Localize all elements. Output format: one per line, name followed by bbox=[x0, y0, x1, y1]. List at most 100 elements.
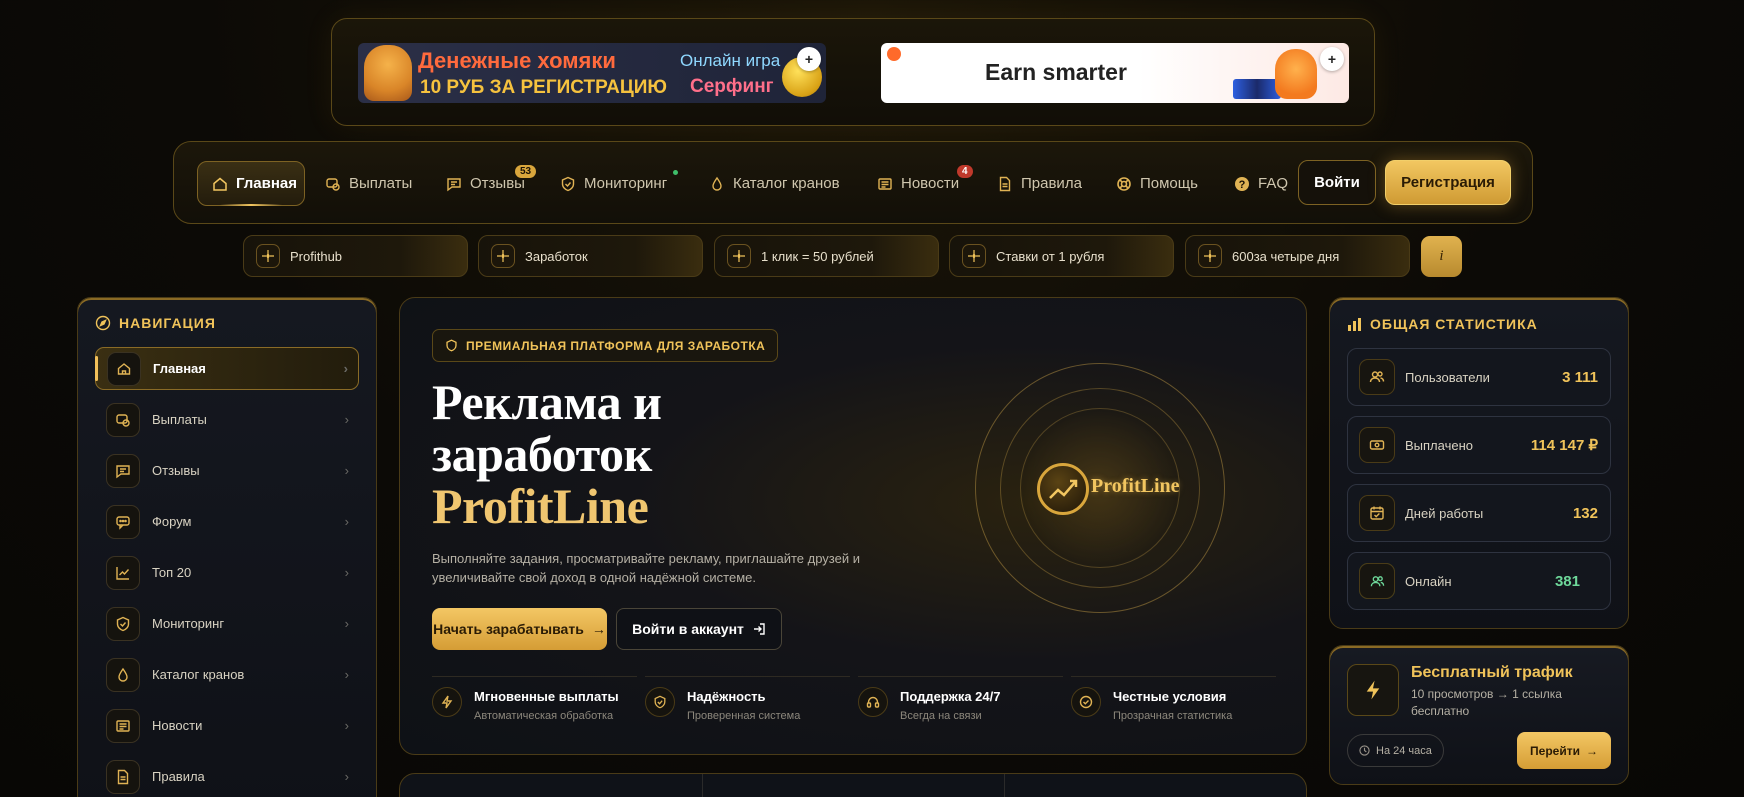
sidebar-item-reviews[interactable]: Отзывы › bbox=[95, 449, 359, 492]
lightning-icon bbox=[432, 687, 462, 717]
sidebar-item-monitoring[interactable]: Мониторинг › bbox=[95, 602, 359, 645]
sidebar-item-rules[interactable]: Правила › bbox=[95, 755, 359, 797]
sidebar-item-label: Мониторинг bbox=[152, 616, 225, 631]
chevron-right-icon: › bbox=[344, 718, 349, 733]
fox-image bbox=[1275, 49, 1317, 99]
clock-icon bbox=[1359, 745, 1370, 756]
button-label: Перейти bbox=[1530, 743, 1580, 758]
feature-title: Честные условия bbox=[1113, 689, 1227, 704]
nav-item-rules[interactable]: Правила bbox=[997, 161, 1082, 206]
duration-label: На 24 часа bbox=[1376, 744, 1432, 757]
sparkle-icon bbox=[962, 244, 986, 268]
banner-right-text: Онлайн игра bbox=[680, 51, 781, 70]
stat-online: Онлайн 381 bbox=[1347, 552, 1611, 610]
start-earning-button[interactable]: Начать зарабатывать → bbox=[432, 608, 607, 650]
nav-item-home[interactable]: Главная bbox=[197, 161, 305, 206]
sidebar-item-faucet-catalog[interactable]: Каталог кранов › bbox=[95, 653, 359, 696]
document-icon bbox=[997, 176, 1013, 192]
plus-icon[interactable]: + bbox=[1320, 47, 1344, 71]
chevron-right-icon: › bbox=[344, 769, 349, 784]
drop-icon bbox=[709, 176, 725, 192]
ticker-label: 1 клик = 50 рублей bbox=[761, 248, 874, 264]
reviews-count-badge: 53 bbox=[515, 165, 537, 178]
sidebar-item-label: Форум bbox=[152, 514, 192, 529]
button-label: Войти в аккаунт bbox=[632, 621, 744, 637]
banner-subtitle: 10 РУБ ЗА РЕГИСТРАЦИЮ bbox=[420, 77, 667, 98]
feature-fair-terms: Честные условия Прозрачная статистика bbox=[1071, 676, 1276, 736]
chevron-right-icon: › bbox=[344, 412, 349, 427]
sidebar-item-home[interactable]: Главная › bbox=[95, 347, 359, 390]
chevron-right-icon: › bbox=[344, 667, 349, 682]
sidebar-item-label: Топ 20 bbox=[152, 565, 192, 580]
feature-title: Мгновенные выплаты bbox=[474, 689, 619, 704]
hero-description: Выполняйте задания, просматривайте рекла… bbox=[432, 551, 860, 585]
register-button[interactable]: Регистрация bbox=[1385, 160, 1511, 205]
hero-title-line: Реклама и bbox=[432, 374, 662, 430]
sparkle-icon bbox=[491, 244, 515, 268]
plus-icon[interactable]: + bbox=[797, 47, 821, 71]
news-count-badge: 4 bbox=[957, 165, 973, 178]
hero-section: ПРЕМИАЛЬНАЯ ПЛАТФОРМА ДЛЯ ЗАРАБОТКА Рекл… bbox=[399, 297, 1307, 755]
shield-check-icon bbox=[645, 687, 675, 717]
sidebar-item-payouts[interactable]: Выплаты › bbox=[95, 398, 359, 441]
document-icon bbox=[106, 759, 140, 794]
ticker-label: 600за четыре дня bbox=[1232, 248, 1340, 264]
ticker-item[interactable]: Заработок bbox=[478, 235, 703, 277]
nav-label: FAQ bbox=[1258, 175, 1289, 192]
sidebar-title: НАВИГАЦИЯ bbox=[95, 315, 216, 331]
feature-support: Поддержка 24/7 Всегда на связи bbox=[858, 676, 1063, 736]
ticker-item[interactable]: Profithub bbox=[243, 235, 468, 277]
nav-item-monitoring[interactable]: Мониторинг bbox=[560, 161, 678, 206]
ticker-item[interactable]: 1 клик = 50 рублей bbox=[714, 235, 939, 277]
ticker-info-button[interactable]: i bbox=[1421, 236, 1462, 277]
login-account-button[interactable]: Войти в аккаунт bbox=[616, 608, 782, 650]
stat-label: Пользователи bbox=[1405, 369, 1490, 385]
banner-title: Денежные хомяки bbox=[418, 48, 616, 73]
lower-panel bbox=[399, 773, 1307, 797]
chevron-right-icon: › bbox=[344, 616, 349, 631]
top-navigation: Главная Выплаты Отзывы 53 Мониторинг Кат… bbox=[173, 141, 1533, 224]
nav-item-news[interactable]: Новости 4 bbox=[877, 161, 973, 206]
stat-label: Выплачено bbox=[1405, 437, 1473, 453]
stats-title: ОБЩАЯ СТАТИСТИКА bbox=[1347, 316, 1538, 332]
nav-item-help[interactable]: Помощь bbox=[1116, 161, 1198, 206]
feature-subtitle: Проверенная система bbox=[687, 710, 801, 722]
sidebar-item-label: Новости bbox=[152, 718, 203, 733]
shield-icon bbox=[445, 339, 458, 352]
logo-emblem-icon bbox=[1037, 463, 1089, 515]
home-icon bbox=[107, 351, 141, 386]
nav-label: Главная bbox=[236, 175, 298, 192]
home-icon bbox=[212, 176, 228, 192]
login-button[interactable]: Войти bbox=[1298, 160, 1376, 205]
go-button[interactable]: Перейти → bbox=[1517, 732, 1611, 769]
stat-days-running: Дней работы 132 bbox=[1347, 484, 1611, 542]
ad-banner-hamsters[interactable]: Денежные хомяки 10 РУБ ЗА РЕГИСТРАЦИЮ Он… bbox=[358, 43, 826, 103]
nav-item-payouts[interactable]: Выплаты bbox=[325, 161, 412, 206]
drop-icon bbox=[106, 657, 140, 692]
stat-paid-out: Выплачено 114 147 ₽ bbox=[1347, 416, 1611, 474]
shield-icon bbox=[106, 606, 140, 641]
feature-title: Надёжность bbox=[687, 689, 766, 704]
chat-icon bbox=[446, 176, 462, 192]
svg-text:?: ? bbox=[1239, 179, 1246, 191]
stat-value: 381 bbox=[1554, 572, 1580, 590]
nav-item-reviews[interactable]: Отзывы 53 bbox=[446, 161, 537, 206]
banner-right-text-2: Серфинг bbox=[690, 76, 774, 97]
nav-item-faq[interactable]: ? FAQ bbox=[1234, 161, 1288, 206]
banner-text: Earn smarter bbox=[985, 59, 1127, 85]
stat-value: 132 bbox=[1572, 504, 1598, 522]
sidebar-item-news[interactable]: Новости › bbox=[95, 704, 359, 747]
cash-icon bbox=[1359, 427, 1395, 463]
ad-banner-earn-smarter[interactable]: Earn smarter + bbox=[881, 43, 1349, 103]
payout-icon bbox=[325, 176, 341, 192]
chevron-right-icon: › bbox=[344, 514, 349, 529]
nav-item-faucet-catalog[interactable]: Каталог кранов bbox=[709, 161, 840, 206]
hero-title: Реклама и заработок ProfitLine bbox=[432, 374, 662, 532]
gift-image bbox=[1233, 79, 1281, 99]
news-icon bbox=[106, 708, 140, 743]
sidebar-item-forum[interactable]: Форум › bbox=[95, 500, 359, 543]
ticker-item[interactable]: 600за четыре дня bbox=[1185, 235, 1410, 277]
ticker-item[interactable]: Ставки от 1 рубля bbox=[949, 235, 1174, 277]
compass-icon bbox=[95, 315, 111, 331]
sidebar-item-top20[interactable]: Топ 20 › bbox=[95, 551, 359, 594]
